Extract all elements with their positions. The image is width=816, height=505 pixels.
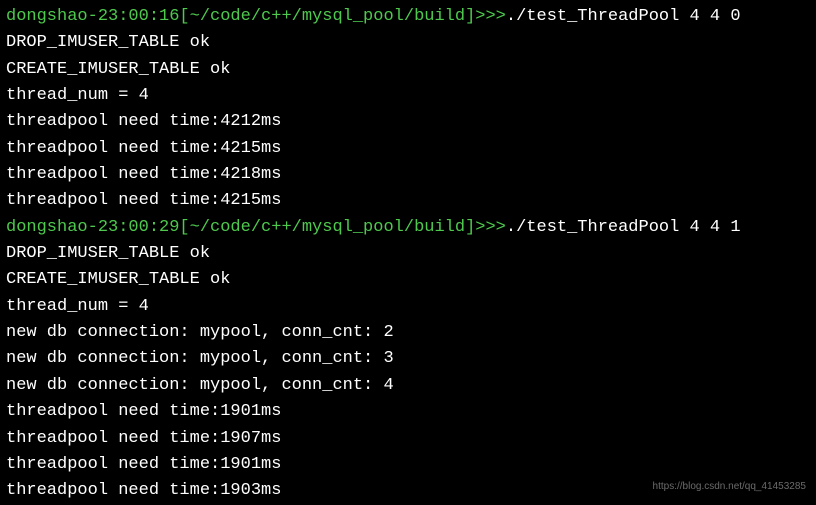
prompt-marker: >>> [475,7,506,26]
output-line: threadpool need time:1901ms [6,452,810,478]
command-text: ./test_ThreadPool 4 4 1 [506,218,741,237]
output-line: threadpool need time:4212ms [6,109,810,135]
watermark-text: https://blog.csdn.net/qq_41453285 [653,479,806,495]
output-line: threadpool need time:4218ms [6,162,810,188]
prompt-user-host: dongshao-23:00:16[~/code/c++/mysql_pool/… [6,7,475,26]
prompt-line[interactable]: dongshao-23:00:16[~/code/c++/mysql_pool/… [6,4,810,30]
output-line: new db connection: mypool, conn_cnt: 3 [6,346,810,372]
prompt-line[interactable]: dongshao-23:00:29[~/code/c++/mysql_pool/… [6,215,810,241]
output-line: threadpool need time:4215ms [6,136,810,162]
terminal[interactable]: dongshao-23:00:16[~/code/c++/mysql_pool/… [6,4,810,505]
output-line: DROP_IMUSER_TABLE ok [6,241,810,267]
output-line: threadpool need time:1907ms [6,426,810,452]
prompt-marker: >>> [475,218,506,237]
prompt-user-host: dongshao-23:00:29[~/code/c++/mysql_pool/… [6,218,475,237]
command-text: ./test_ThreadPool 4 4 0 [506,7,741,26]
output-line: new db connection: mypool, conn_cnt: 2 [6,320,810,346]
output-line: threadpool need time:1901ms [6,399,810,425]
output-line: DROP_IMUSER_TABLE ok [6,30,810,56]
output-line: thread_num = 4 [6,83,810,109]
output-line: threadpool need time:4215ms [6,188,810,214]
output-line: thread_num = 4 [6,294,810,320]
output-line: CREATE_IMUSER_TABLE ok [6,57,810,83]
output-line: new db connection: mypool, conn_cnt: 4 [6,373,810,399]
output-line: CREATE_IMUSER_TABLE ok [6,267,810,293]
